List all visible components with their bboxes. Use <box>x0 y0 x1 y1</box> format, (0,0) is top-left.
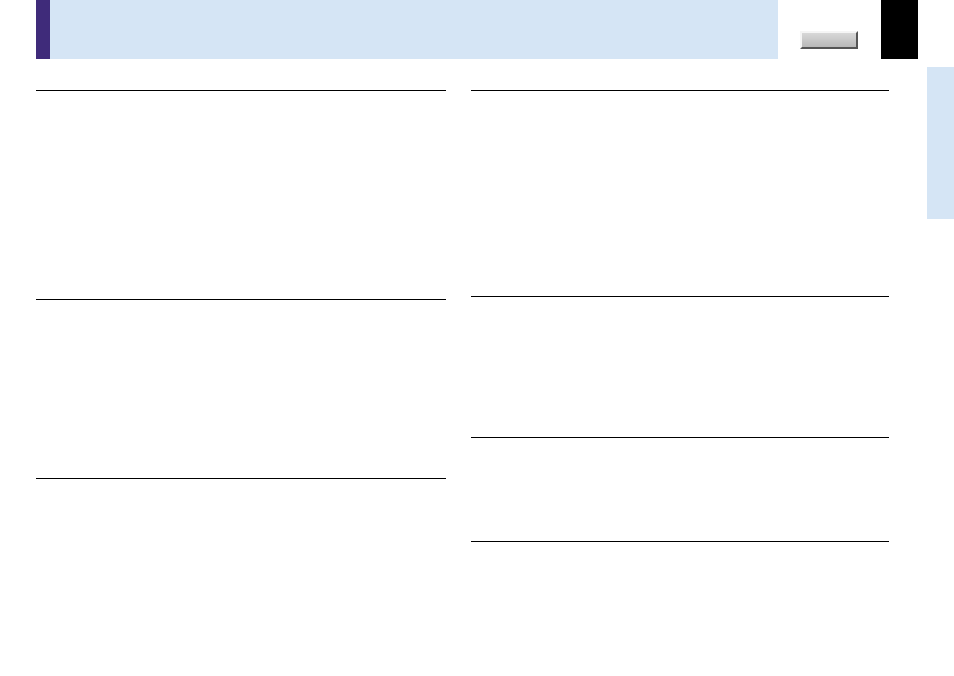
header-accent-bar <box>36 0 50 59</box>
divider-right-3 <box>471 437 889 438</box>
divider-right-1 <box>471 90 889 91</box>
divider-right-2 <box>471 296 889 297</box>
divider-right-4 <box>471 541 889 542</box>
header-black-box <box>881 0 918 59</box>
divider-left-2 <box>36 299 446 300</box>
divider-left-1 <box>36 90 446 91</box>
header-button[interactable] <box>800 31 858 49</box>
divider-left-3 <box>36 478 446 479</box>
side-tab <box>927 67 954 219</box>
